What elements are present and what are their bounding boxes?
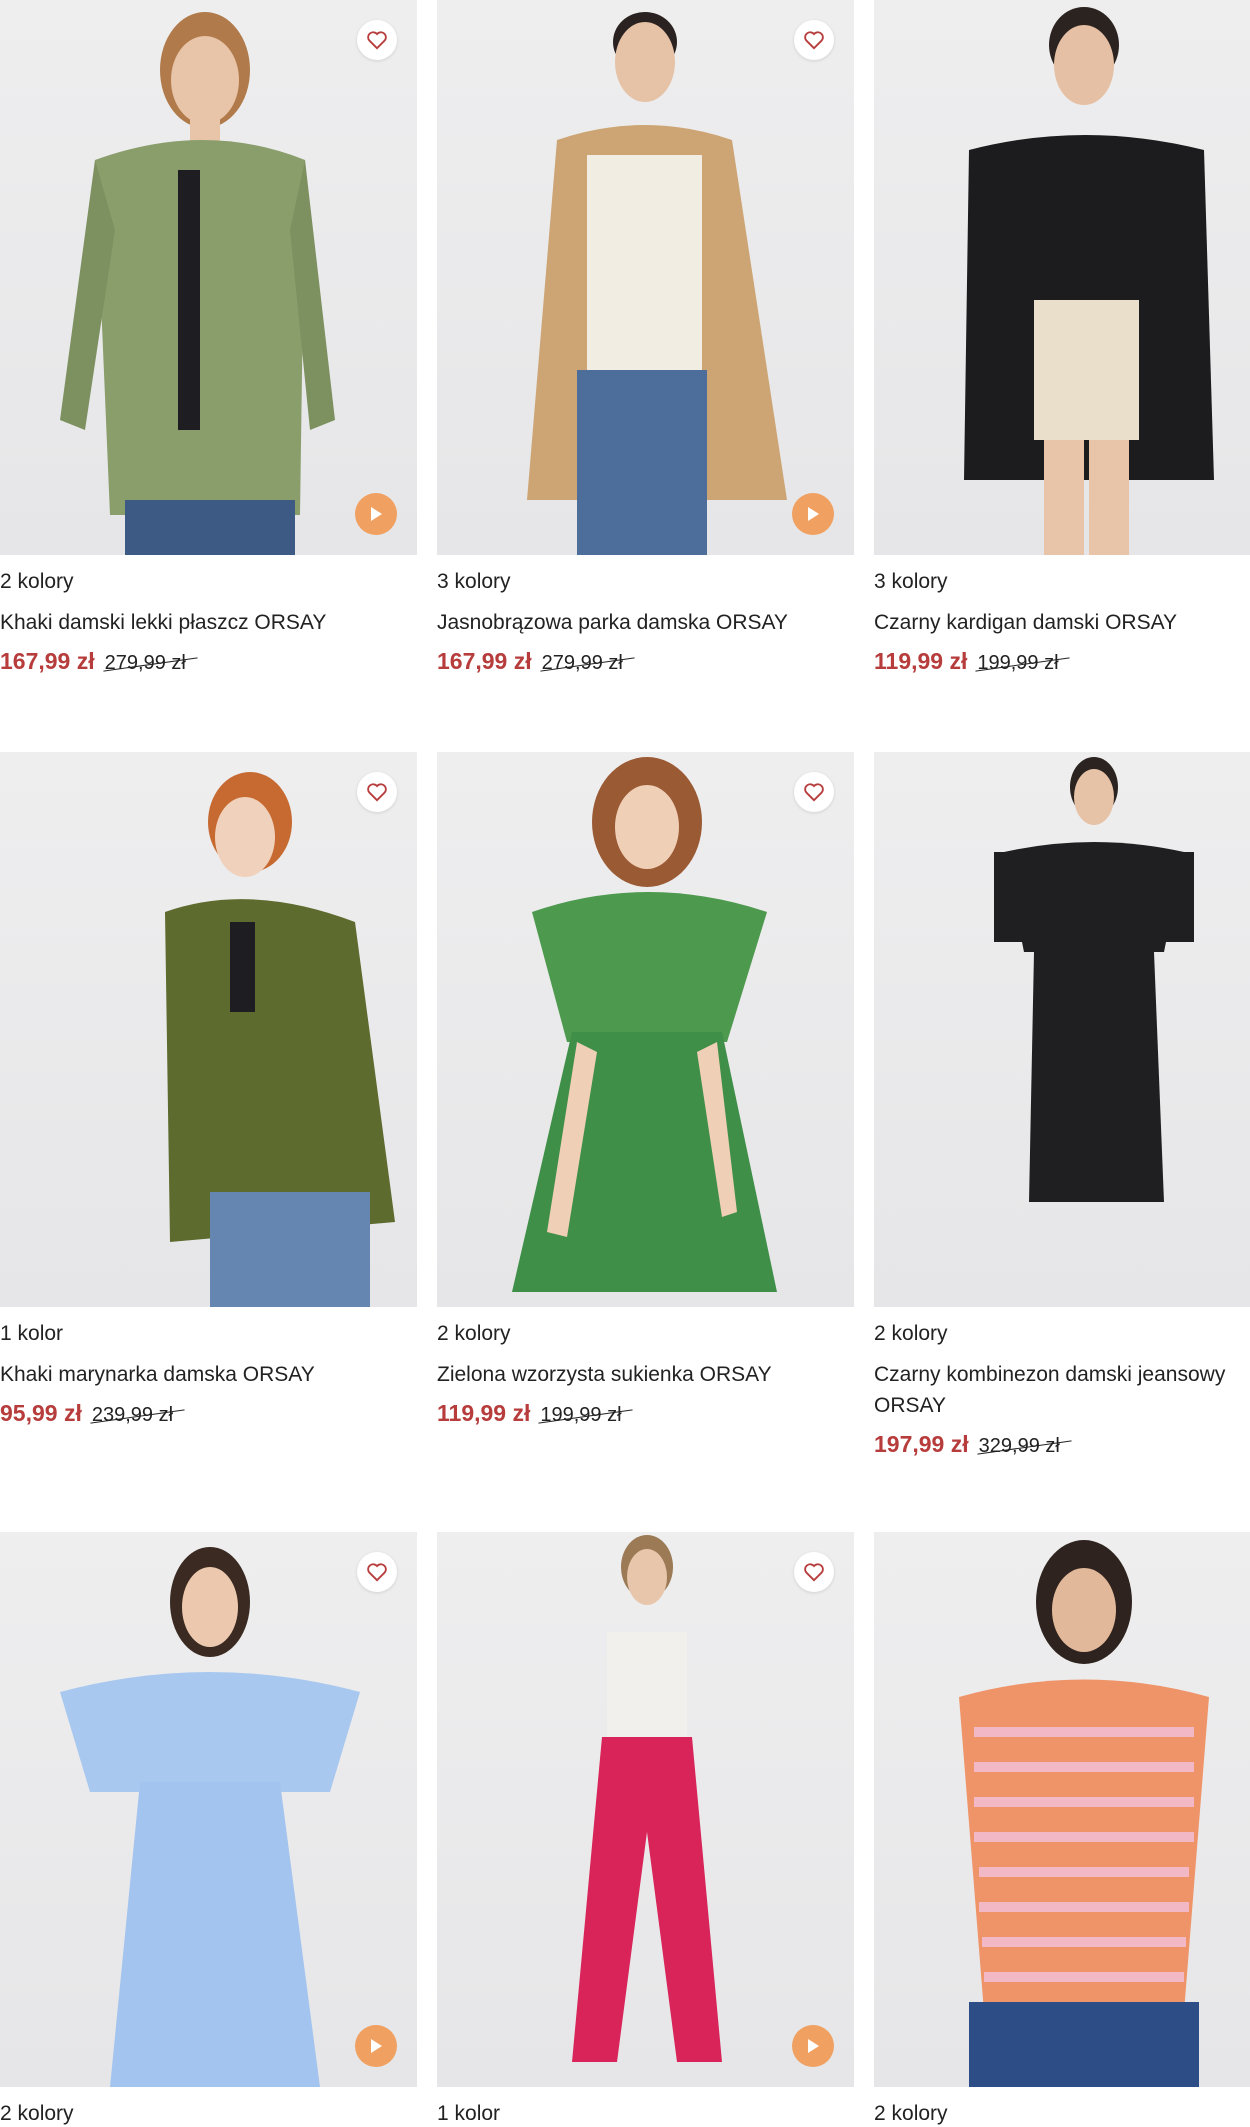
product-card[interactable]: 1 kolor Khaki marynarka damska ORSAY 95,… bbox=[0, 752, 417, 1427]
sale-price: 167,99 zł bbox=[437, 648, 532, 674]
favorite-button[interactable] bbox=[794, 772, 834, 812]
colors-count[interactable]: 2 kolory bbox=[874, 1321, 1250, 1347]
product-card[interactable]: 2 kolory Czarny kombinezon damski jeanso… bbox=[874, 752, 1250, 1458]
play-icon bbox=[808, 2039, 819, 2053]
original-price: 199,99 zł bbox=[977, 652, 1059, 674]
colors-count[interactable]: 1 kolor bbox=[0, 1321, 417, 1347]
favorite-button[interactable] bbox=[357, 1552, 397, 1592]
play-video-button[interactable] bbox=[355, 493, 397, 535]
sale-price: 119,99 zł bbox=[437, 1400, 531, 1426]
heart-icon bbox=[367, 1563, 387, 1582]
product-image[interactable] bbox=[0, 0, 417, 555]
sale-price: 167,99 zł bbox=[0, 648, 95, 674]
original-price: 239,99 zł bbox=[91, 1404, 174, 1426]
colors-count[interactable]: 2 kolory bbox=[874, 2101, 1250, 2127]
product-name[interactable]: Zielona wzorzysta sukienka ORSAY bbox=[437, 1359, 854, 1390]
product-card[interactable]: 1 kolor bbox=[437, 1532, 854, 2127]
original-price: 199,99 zł bbox=[540, 1404, 622, 1426]
product-card[interactable]: 2 kolory Khaki damski lekki płaszcz ORSA… bbox=[0, 0, 417, 675]
product-card[interactable]: 2 kolory bbox=[874, 1532, 1250, 2127]
play-icon bbox=[371, 507, 382, 521]
price-block: 167,99 zł 279,99 zł bbox=[437, 648, 854, 675]
model-photo bbox=[165, 772, 395, 1307]
product-name[interactable]: Czarny kardigan damski ORSAY bbox=[874, 607, 1250, 638]
product-card[interactable]: 2 kolory Zielona wzorzysta sukienka ORSA… bbox=[437, 752, 854, 1427]
product-image[interactable] bbox=[0, 752, 417, 1307]
favorite-button[interactable] bbox=[794, 1552, 834, 1592]
model-photo bbox=[60, 12, 335, 555]
product-card[interactable]: 3 kolory Czarny kardigan damski ORSAY 11… bbox=[874, 0, 1250, 675]
original-price: 279,99 zł bbox=[104, 652, 186, 674]
colors-count[interactable]: 2 kolory bbox=[437, 1321, 854, 1347]
price-block: 119,99 zł 199,99 zł bbox=[874, 648, 1250, 675]
colors-count[interactable]: 1 kolor bbox=[437, 2101, 854, 2127]
heart-icon bbox=[367, 31, 387, 50]
favorite-button[interactable] bbox=[794, 20, 834, 60]
play-video-button[interactable] bbox=[355, 2025, 397, 2067]
colors-count[interactable]: 2 kolory bbox=[0, 2101, 417, 2127]
favorite-button[interactable] bbox=[357, 772, 397, 812]
product-card[interactable]: 2 kolory bbox=[0, 1532, 417, 2127]
model-photo bbox=[60, 1547, 360, 2087]
colors-count[interactable]: 3 kolory bbox=[437, 569, 854, 595]
heart-icon bbox=[804, 1563, 824, 1582]
sale-price: 95,99 zł bbox=[0, 1400, 82, 1426]
model-photo bbox=[572, 1535, 722, 2062]
colors-count[interactable]: 3 kolory bbox=[874, 569, 1250, 595]
price-block: 95,99 zł 239,99 zł bbox=[0, 1400, 417, 1427]
play-icon bbox=[808, 507, 819, 521]
original-price: 329,99 zł bbox=[978, 1435, 1060, 1457]
play-video-button[interactable] bbox=[792, 2025, 834, 2067]
model-photo bbox=[959, 1540, 1209, 2087]
product-image[interactable] bbox=[0, 1532, 417, 2087]
model-photo bbox=[994, 757, 1194, 1202]
product-card[interactable]: 3 kolory Jasnobrązowa parka damska ORSAY… bbox=[437, 0, 854, 675]
price-block: 197,99 zł 329,99 zł bbox=[874, 1431, 1250, 1458]
product-image[interactable] bbox=[437, 1532, 854, 2087]
product-image[interactable] bbox=[437, 752, 854, 1307]
price-block: 119,99 zł 199,99 zł bbox=[437, 1400, 854, 1427]
play-video-button[interactable] bbox=[792, 493, 834, 535]
play-icon bbox=[371, 2039, 382, 2053]
product-name[interactable]: Khaki marynarka damska ORSAY bbox=[0, 1359, 417, 1390]
model-photo bbox=[527, 12, 787, 555]
heart-icon bbox=[804, 783, 824, 802]
product-image[interactable] bbox=[874, 752, 1250, 1307]
product-name[interactable]: Khaki damski lekki płaszcz ORSAY bbox=[0, 607, 417, 638]
favorite-button[interactable] bbox=[357, 20, 397, 60]
sale-price: 119,99 zł bbox=[874, 648, 968, 674]
product-image[interactable] bbox=[874, 0, 1250, 555]
product-image[interactable] bbox=[437, 0, 854, 555]
price-block: 167,99 zł 279,99 zł bbox=[0, 648, 417, 675]
product-name[interactable]: Czarny kombinezon damski jeansowy ORSAY bbox=[874, 1359, 1250, 1421]
model-photo bbox=[512, 757, 777, 1292]
product-image[interactable] bbox=[874, 1532, 1250, 2087]
original-price: 279,99 zł bbox=[541, 652, 623, 674]
model-photo bbox=[964, 7, 1214, 555]
product-name[interactable]: Jasnobrązowa parka damska ORSAY bbox=[437, 607, 854, 638]
colors-count[interactable]: 2 kolory bbox=[0, 569, 417, 595]
sale-price: 197,99 zł bbox=[874, 1431, 969, 1457]
heart-icon bbox=[804, 31, 824, 50]
heart-icon bbox=[367, 783, 387, 802]
